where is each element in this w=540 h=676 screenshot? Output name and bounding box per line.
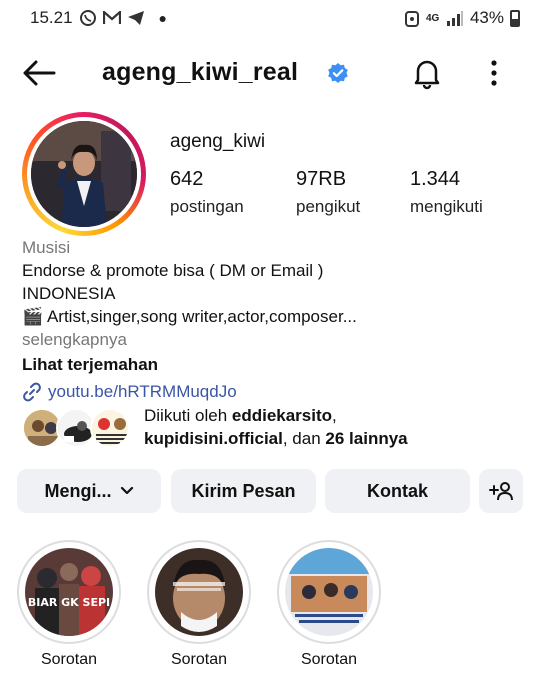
notification-dot-icon: ● [158,10,168,26]
story-highlight[interactable]: Sorotan [277,540,381,669]
gmail-icon [102,11,121,25]
bio-line: 🎬 Artist,singer,song writer,actor,compos… [22,307,357,326]
telegram-icon [127,10,145,26]
bio-line: INDONESIA [22,284,116,303]
back-button[interactable] [20,56,58,90]
verified-badge-icon [328,63,348,83]
posts-label: postingan [170,197,244,216]
top-nav: ageng_kiwi_real [0,48,540,98]
avatar-photo [31,121,137,227]
suggest-people-button[interactable] [479,469,523,513]
bio-link[interactable]: youtu.be/hRTRMMuqdJo [22,380,522,403]
message-button[interactable]: Kirim Pesan [171,469,316,513]
followers-label: pengikut [296,197,361,216]
posts-count: 642 [170,168,204,190]
profile-category: Musisi [22,238,71,257]
signal-icon [446,10,464,26]
network-type: 4G [425,12,440,24]
highlight-label: Sorotan [40,651,98,668]
followed-by-text: Diikuti oleh eddiekarsito, kupidisini.of… [144,404,408,450]
following-stat[interactable]: 1.344 mengikuti [410,168,483,217]
bio-link-text: youtu.be/hRTRMMuqdJo [48,382,237,401]
bell-icon [414,60,440,90]
story-highlight[interactable]: BIAR GK SEPI Sorotan [17,540,121,669]
follower-avatar [90,408,130,448]
followed-by-prefix: Diikuti oleh [144,406,232,425]
see-translation-link[interactable]: Lihat terjemahan [22,353,522,376]
profile-bio: Musisi Endorse & promote bisa ( DM or Em… [22,236,522,403]
chevron-down-icon [120,486,133,495]
contact-button-label: Kontak [366,480,428,501]
whatsapp-icon [79,9,97,27]
following-button[interactable]: Mengi... [17,469,161,513]
followed-by[interactable]: Diikuti oleh eddiekarsito, kupidisini.of… [22,404,522,452]
followers-count: 97RB [296,168,347,190]
profile-name: ageng_kiwi [170,131,266,152]
alarm-icon [404,9,420,27]
profile-avatar[interactable] [22,112,146,236]
status-bar: 15.21 ● 4G 43% [0,0,540,36]
bio-line: Endorse & promote bisa ( DM or Email ) [22,261,324,280]
follower-name: eddiekarsito [231,406,333,425]
highlight-overlay-text: BIAR GK SEPI [27,596,111,609]
highlight-cover-image [155,548,243,636]
message-button-label: Kirim Pesan [191,480,296,501]
highlight-cover-image [25,548,113,636]
clock: 15.21 [30,8,73,27]
following-button-label: Mengi... [44,480,112,501]
followed-by-separator: , [332,406,337,425]
highlight-label: Sorotan [300,651,358,668]
followed-by-middle: , dan [282,429,326,448]
link-icon [23,382,41,401]
follower-name: kupidisini.official [144,429,283,448]
highlight-label: Sorotan [170,651,228,668]
battery-percent: 43% [469,8,504,27]
story-highlight[interactable]: Sorotan [147,540,251,669]
following-count: 1.344 [410,168,461,190]
see-more-link[interactable]: selengkapnya [22,328,522,351]
more-vertical-icon [491,60,497,86]
profile-username-title: ageng_kiwi_real [102,58,299,86]
followers-stat[interactable]: 97RB pengikut [296,168,360,217]
arrow-left-icon [23,60,56,86]
battery-icon [510,9,520,27]
following-label: mengikuti [410,197,483,216]
notification-bell-button[interactable] [410,56,444,90]
contact-button[interactable]: Kontak [325,469,470,513]
highlight-cover-image [285,548,373,636]
posts-stat[interactable]: 642 postingan [170,168,244,217]
add-person-icon [489,482,513,501]
more-options-button[interactable] [482,56,506,90]
followers-others-count: 26 lainnya [325,429,408,448]
